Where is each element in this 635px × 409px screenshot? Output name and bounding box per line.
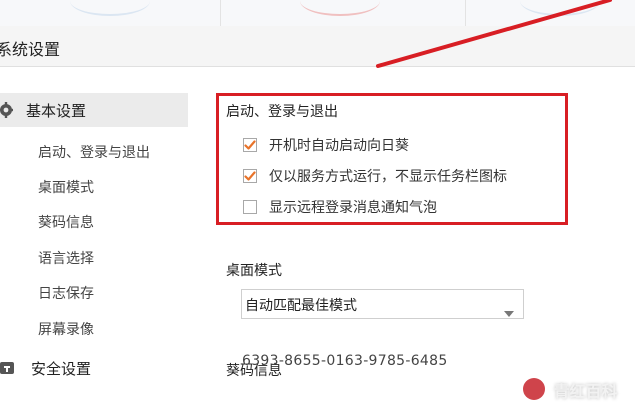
divider [465, 0, 466, 26]
divider [220, 0, 221, 26]
sidebar-item-desktop-mode[interactable]: 桌面模式 [38, 177, 94, 197]
option-label: 仅以服务方式运行，不显示任务栏图标 [269, 169, 507, 185]
desktop-mode-select[interactable]: 自动匹配最佳模式 [241, 289, 524, 319]
sidebar-item-kuima-info[interactable]: 葵码信息 [38, 212, 94, 232]
dialog-titlebar: 系统设置 [0, 26, 635, 67]
sidebar-item-language[interactable]: 语言选择 [38, 248, 94, 268]
shield-icon [0, 359, 16, 377]
dropdown-arrow-icon [504, 302, 514, 321]
selected-value: 自动匹配最佳模式 [245, 298, 357, 314]
background-app-strip [0, 0, 635, 27]
section-title-desktop-mode: 桌面模式 [226, 263, 282, 279]
sidebar-section-security[interactable]: 安全设置 [0, 351, 188, 385]
sidebar-item-screen-record[interactable]: 屏幕录像 [38, 319, 94, 339]
gear-icon [0, 101, 18, 119]
dialog-title: 系统设置 [0, 40, 61, 59]
option-label: 开机时自动启动向日葵 [269, 138, 409, 154]
sidebar-section-basic[interactable]: 基本设置 [0, 93, 188, 127]
sidebar-section-label: 安全设置 [31, 359, 92, 378]
section-title-startup: 启动、登录与退出 [226, 104, 338, 120]
settings-dialog: 系统设置 基本设置 启动、登录与退出 桌面模式 葵码信息 语言选择 日志保存 屏… [0, 26, 635, 409]
background-decoration [300, 0, 380, 16]
background-decoration [70, 0, 150, 16]
watermark-text: 青红百科 [553, 381, 618, 401]
checkbox-unchecked[interactable] [243, 200, 257, 214]
kuima-code: 6393-8655-0163-9785-6485 [242, 353, 448, 369]
checkbox-checked[interactable] [243, 169, 257, 183]
option-login-notification[interactable]: 显示远程登录消息通知气泡 [243, 197, 437, 217]
option-auto-start[interactable]: 开机时自动启动向日葵 [243, 135, 409, 155]
sidebar-section-label: 基本设置 [26, 101, 87, 120]
option-label: 显示远程登录消息通知气泡 [269, 200, 437, 216]
option-service-mode[interactable]: 仅以服务方式运行，不显示任务栏图标 [243, 166, 507, 186]
checkbox-checked[interactable] [243, 138, 257, 152]
sidebar-item-startup[interactable]: 启动、登录与退出 [38, 142, 150, 162]
sidebar-item-log-save[interactable]: 日志保存 [38, 283, 94, 303]
watermark: 青红百科 [512, 370, 635, 409]
background-decoration [520, 0, 600, 16]
settings-sidebar: 基本设置 启动、登录与退出 桌面模式 葵码信息 语言选择 日志保存 屏幕录像 安… [0, 67, 188, 409]
